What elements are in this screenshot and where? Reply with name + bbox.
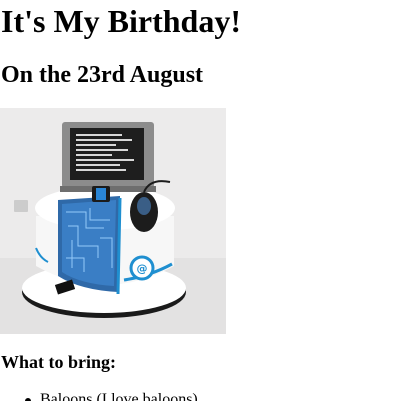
list-item: Baloons (I love baloons) (25, 390, 198, 401)
svg-text:@: @ (137, 262, 148, 275)
bring-list: Baloons (I love baloons) (25, 390, 198, 401)
page-title: It's My Birthday! (1, 3, 241, 39)
birthday-date-heading: On the 23rd August (1, 62, 204, 88)
page: It's My Birthday! On the 23rd August @ W… (0, 0, 416, 401)
cake-image: @ (0, 108, 226, 334)
what-to-bring-heading: What to bring: (1, 352, 117, 372)
